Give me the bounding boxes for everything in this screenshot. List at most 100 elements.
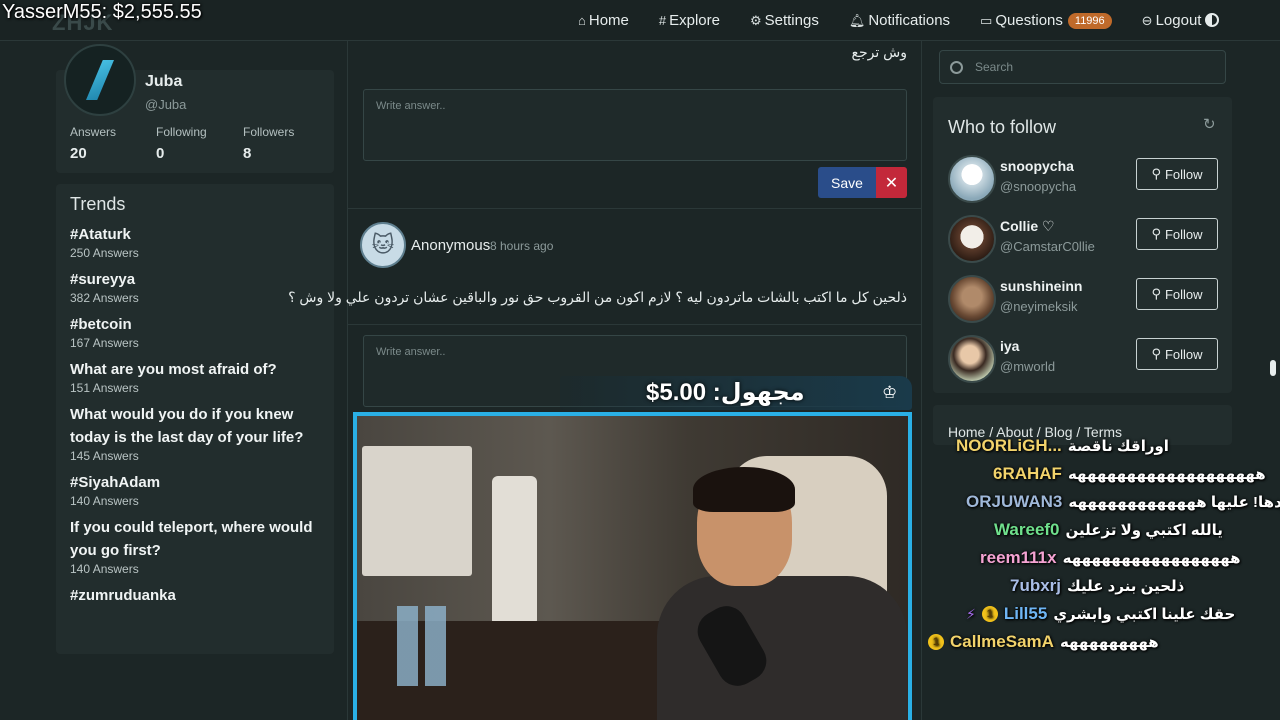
nav-notifications-label: Notifications [868,12,951,29]
post-divider [348,324,921,325]
suggested-user-name[interactable]: snoopycha [1000,158,1074,174]
chat-message: ORJUWAN3 طيب ردها! عليها هههههههههههههه [966,488,1280,516]
add-user-icon: ⚲ [1151,166,1161,181]
stream-top-donation-overlay: YasserM55: $2,555.55 [2,1,202,23]
follow-button[interactable]: ⚲ Follow [1136,278,1218,310]
theme-toggle-icon[interactable] [1205,13,1219,27]
suggested-user-name[interactable]: Collie ♡ [1000,218,1055,235]
answer-input[interactable]: Write answer.. [363,89,907,161]
trend-tag: If you could teleport, where would you g… [70,519,313,559]
user-avatar[interactable] [948,155,996,203]
webcam-video [353,412,912,720]
nav-questions-label: Questions [995,12,1063,29]
nav-questions[interactable]: ▭ Questions 11996 [980,12,1112,29]
suggested-user-handle: @snoopycha [1000,179,1077,194]
stat-following-label: Following [156,125,207,139]
chat-message: NOORLiGH... اوراقك ناقصة [956,432,1169,460]
trend-count: 145 Answers [70,449,139,463]
user-avatar[interactable] [948,215,996,263]
profile-card: Juba @Juba Answers 20 Following 0 Follower… [56,44,334,173]
gear-icon: ⚙ [749,12,762,28]
stat-answers-value: 20 [70,145,87,162]
coin-badge-icon: 1 [928,634,944,650]
home-icon: ⌂ [578,13,586,28]
save-button[interactable]: Save [818,167,876,198]
trend-item[interactable]: #zumruduanka [70,584,320,607]
trend-item[interactable]: #SiyahAdam 140 Answers [70,471,320,508]
follow-button[interactable]: ⚲ Follow [1136,338,1218,370]
chat-message: ⚡ 1 Lill55 حقك علينا اكتبي وابشري [966,600,1235,628]
nav-logout[interactable]: ⊖ Logout [1142,12,1202,29]
follow-suggestion: sunshineinn @neyimeksik ⚲ Follow [948,275,1218,325]
chat-message: 6RAHAF هههههههههههههههههههه [993,460,1266,488]
follow-button[interactable]: ⚲ Follow [1136,158,1218,190]
trend-tag: What would you do if you knew today is t… [70,406,304,446]
follow-button-label: Follow [1164,286,1203,302]
trend-count: 250 Answers [70,246,139,260]
page-scrollbar-thumb[interactable] [1270,360,1276,376]
user-avatar[interactable] [948,275,996,323]
nav-home-label: Home [588,12,629,29]
trend-tag: #zumruduanka [70,587,176,604]
nav-settings-label: Settings [764,12,819,29]
nav-explore[interactable]: # Explore [659,12,720,29]
add-user-icon: ⚲ [1151,346,1161,361]
nav-notifications[interactable]: 🔔︎ Notifications [849,12,950,29]
follow-button-label: Follow [1164,166,1203,182]
trend-item[interactable]: What are you most afraid of? 151 Answers [70,358,320,395]
chat-message: reem111x هههههههههههههههههه [980,544,1241,572]
stat-following[interactable]: Following 0 [156,125,207,162]
chat-text: هههههههههههههههههه [1062,550,1241,567]
trend-item[interactable]: What would you do if you knew today is t… [70,403,320,463]
trend-tag: #Ataturk [70,226,131,243]
chat-username: Wareef0 [994,520,1060,539]
trend-item[interactable]: #sureyya 382 Answers [70,268,320,305]
nav-home[interactable]: ⌂ Home [578,12,629,29]
follow-button-label: Follow [1164,346,1203,362]
logo-mark-icon [86,60,114,100]
trend-count: 140 Answers [70,494,139,508]
stat-followers[interactable]: Followers 8 [243,125,294,162]
chat-text: اوراقك ناقصة [1067,438,1169,455]
trend-item[interactable]: #betcoin 167 Answers [70,313,320,350]
video-streamer-body [657,576,907,720]
video-streamer [657,467,907,720]
refresh-icon[interactable]: ↻ [1203,115,1216,133]
trends-title: Trends [70,194,126,214]
suggested-user-name[interactable]: iya [1000,338,1019,354]
who-to-follow-card: Who to follow ↻ snoopycha @snoopycha ⚲ Fo… [933,97,1232,393]
trend-tag: #SiyahAdam [70,474,161,491]
chat-message: 1 CallmeSamA هههههههههه [928,628,1159,656]
trend-tag: #sureyya [70,271,136,288]
post-divider [348,208,921,209]
question-text: وش ترجع [851,44,907,60]
trends-card: Trends #Ataturk 250 Answers #sureyya 382 A… [56,184,334,654]
user-avatar[interactable] [948,335,996,383]
stat-following-value: 0 [156,145,165,162]
suggested-user-name[interactable]: sunshineinn [1000,278,1082,294]
chat-text: حقك علينا اكتبي وابشري [1053,606,1236,623]
trend-count: 167 Answers [70,336,139,350]
stat-followers-label: Followers [243,125,295,139]
chat-username: NOORLiGH... [956,436,1062,455]
stat-answers[interactable]: Answers 20 [70,125,116,162]
stat-followers-value: 8 [243,145,252,162]
main-nav: ⌂ Home # Explore ⚙ Settings 🔔︎ Notifications… [578,0,1201,41]
questions-count-badge: 11996 [1067,12,1112,29]
chat-username: 7ubxrj [1010,576,1062,595]
sub-badge-icon: ⚡ [966,605,976,622]
profile-name[interactable]: Juba [145,73,182,91]
trend-item[interactable]: #Ataturk 250 Answers [70,223,320,260]
add-user-icon: ⚲ [1151,226,1161,241]
follow-button[interactable]: ⚲ Follow [1136,218,1218,250]
donation-alert-text: مجهول: 5.00$ [646,379,805,406]
chat-message: 7ubxrj ذلحين بنرد عليك [1010,572,1184,600]
trend-tag: What are you most afraid of? [70,361,277,378]
nav-settings[interactable]: ⚙ Settings [750,12,819,29]
profile-avatar[interactable] [64,44,136,116]
follow-button-label: Follow [1164,226,1203,242]
trend-item[interactable]: If you could teleport, where would you g… [70,516,320,576]
cancel-button[interactable]: ✕ [876,167,907,198]
search-input[interactable]: Search [939,50,1226,84]
who-to-follow-title: Who to follow [948,117,1057,137]
